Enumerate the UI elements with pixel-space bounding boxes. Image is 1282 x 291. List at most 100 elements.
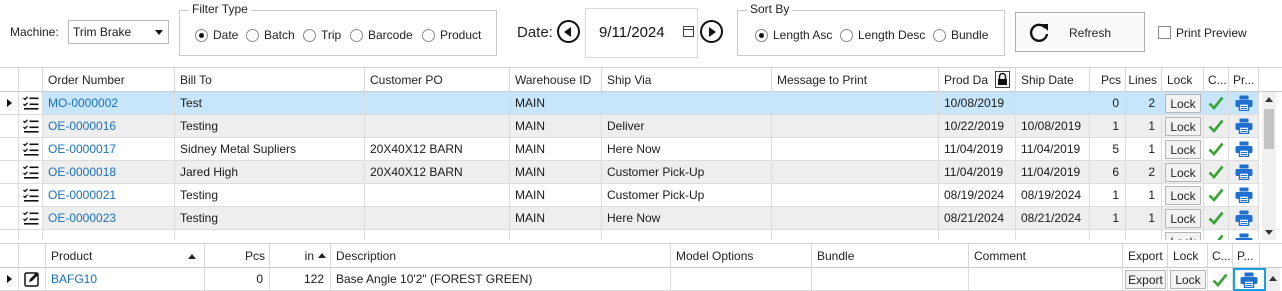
order-number-cell[interactable] <box>43 230 175 240</box>
row-header[interactable] <box>0 161 19 184</box>
sort-radio-length-desc[interactable]: Length Desc <box>840 27 925 43</box>
filter-radio-date[interactable]: Date <box>195 27 238 43</box>
refresh-button[interactable]: Refresh <box>1015 12 1145 52</box>
col-order-number[interactable]: Order Number <box>43 68 175 92</box>
col-lock[interactable]: Lock <box>1162 68 1204 92</box>
table-row[interactable]: OE-0000017 Sidney Metal Supliers 20X40X12 … <box>0 138 1262 161</box>
row-action-cell[interactable] <box>19 184 43 207</box>
filter-radio-product[interactable]: Product <box>422 27 481 43</box>
printer-icon[interactable] <box>1235 233 1253 240</box>
row-header[interactable] <box>0 230 19 240</box>
scroll-up-icon[interactable] <box>1265 97 1273 102</box>
printer-icon[interactable] <box>1235 210 1253 226</box>
printer-icon[interactable] <box>1235 118 1253 134</box>
printer-icon[interactable] <box>1235 141 1253 157</box>
printer-icon[interactable] <box>1235 164 1253 180</box>
col-message-to-print[interactable]: Message to Print <box>772 68 939 92</box>
lock-button[interactable]: Lock <box>1165 163 1201 182</box>
row-header[interactable] <box>0 268 19 291</box>
scrollbar-thumb[interactable] <box>1264 109 1274 149</box>
row-action-cell[interactable] <box>19 161 43 184</box>
col-prod-date[interactable]: Prod Da <box>939 68 1016 92</box>
checkmark-icon[interactable] <box>1208 164 1224 180</box>
row-action-cell[interactable] <box>19 268 46 291</box>
export-button[interactable]: Export <box>1125 270 1166 289</box>
product-cell[interactable]: BAFG10 <box>46 268 205 291</box>
lock-button[interactable]: Lock <box>1165 186 1201 205</box>
col-description[interactable]: Description <box>331 244 671 268</box>
checklist-icon[interactable] <box>23 211 39 225</box>
col-in[interactable]: in <box>270 244 331 268</box>
checklist-icon[interactable] <box>23 142 39 156</box>
date-picker[interactable]: 9/11/2024 <box>585 8 698 58</box>
col-print[interactable]: P... <box>1233 244 1260 268</box>
col-bundle[interactable]: Bundle <box>812 244 969 268</box>
scroll-down-icon[interactable] <box>1265 230 1273 235</box>
col-complete[interactable]: C... <box>1204 68 1229 92</box>
lock-button[interactable]: Lock <box>1170 270 1206 289</box>
table-row[interactable]: MO-0000002 Test MAIN 10/08/2019 0 2 Lock <box>0 92 1262 115</box>
table-row[interactable]: OE-0000018 Jared High 20X40X12 BARN MAIN Cus… <box>0 161 1262 184</box>
col-product[interactable]: Product <box>46 244 205 268</box>
col-bill-to[interactable]: Bill To <box>175 68 365 92</box>
lock-button[interactable]: Lock <box>1165 94 1201 113</box>
printer-icon[interactable] <box>1240 272 1258 288</box>
checklist-icon[interactable] <box>23 119 39 133</box>
row-header[interactable] <box>0 92 19 115</box>
checklist-icon[interactable] <box>23 96 39 110</box>
row-action-cell[interactable] <box>19 115 43 138</box>
col-ship-via[interactable]: Ship Via <box>602 68 772 92</box>
lock-button[interactable]: Lock <box>1165 209 1201 228</box>
table-row[interactable]: OE-0000021 Testing MAIN Customer Pick-Up 08/… <box>0 184 1262 207</box>
order-number-cell[interactable]: MO-0000002 <box>43 92 175 115</box>
col-print[interactable]: Pr... <box>1229 68 1259 92</box>
table-row[interactable]: BAFG10 0 122 Base Angle 10'2" (FOREST GREEN… <box>0 268 1266 291</box>
row-header[interactable] <box>0 115 19 138</box>
table-row[interactable]: Lock <box>0 230 1262 240</box>
scroll-up-icon[interactable] <box>1269 276 1277 281</box>
lock-button[interactable]: Lock <box>1165 140 1201 159</box>
col-export[interactable]: Export <box>1123 244 1168 268</box>
checkmark-icon[interactable] <box>1208 210 1224 226</box>
checkmark-icon[interactable] <box>1208 95 1224 111</box>
row-action-cell[interactable] <box>19 207 43 230</box>
row-action-cell[interactable] <box>19 230 43 240</box>
col-pcs[interactable]: Pcs <box>1090 68 1126 92</box>
filter-radio-batch[interactable]: Batch <box>246 27 295 43</box>
table-row[interactable]: OE-0000023 Testing MAIN Here Now 08/21/2024 0… <box>0 207 1262 230</box>
edit-icon[interactable] <box>24 271 40 287</box>
col-ship-date[interactable]: Ship Date <box>1016 68 1090 92</box>
checkmark-icon[interactable] <box>1208 141 1224 157</box>
sort-radio-bundle[interactable]: Bundle <box>933 27 988 43</box>
printer-icon[interactable] <box>1235 187 1253 203</box>
checkmark-icon[interactable] <box>1212 272 1228 288</box>
filter-radio-barcode[interactable]: Barcode <box>350 27 413 43</box>
printer-icon[interactable] <box>1235 95 1253 111</box>
row-header[interactable] <box>0 184 19 207</box>
col-customer-po[interactable]: Customer PO <box>365 68 510 92</box>
row-action-cell[interactable] <box>19 92 43 115</box>
checkmark-icon[interactable] <box>1208 187 1224 203</box>
lock-button[interactable]: Lock <box>1165 117 1201 136</box>
prev-date-button[interactable] <box>557 20 580 43</box>
order-number-cell[interactable]: OE-0000018 <box>43 161 175 184</box>
col-lock[interactable]: Lock <box>1168 244 1208 268</box>
order-number-cell[interactable]: OE-0000017 <box>43 138 175 161</box>
checkmark-icon[interactable] <box>1208 118 1224 134</box>
products-scrollbar[interactable] <box>1266 268 1280 291</box>
row-action-cell[interactable] <box>19 138 43 161</box>
col-comment[interactable]: Comment <box>969 244 1123 268</box>
col-lines[interactable]: Lines <box>1126 68 1162 92</box>
order-number-cell[interactable]: OE-0000021 <box>43 184 175 207</box>
machine-select[interactable]: Trim Brake <box>68 20 169 44</box>
col-complete[interactable]: C... <box>1208 244 1233 268</box>
col-warehouse-id[interactable]: Warehouse ID <box>510 68 602 92</box>
checklist-icon[interactable] <box>23 165 39 179</box>
filter-radio-trip[interactable]: Trip <box>303 27 341 43</box>
order-number-cell[interactable]: OE-0000023 <box>43 207 175 230</box>
next-date-button[interactable] <box>700 20 723 43</box>
col-model-options[interactable]: Model Options <box>671 244 812 268</box>
row-header[interactable] <box>0 138 19 161</box>
checkmark-icon[interactable] <box>1208 233 1224 240</box>
print-preview-checkbox[interactable] <box>1158 26 1171 39</box>
